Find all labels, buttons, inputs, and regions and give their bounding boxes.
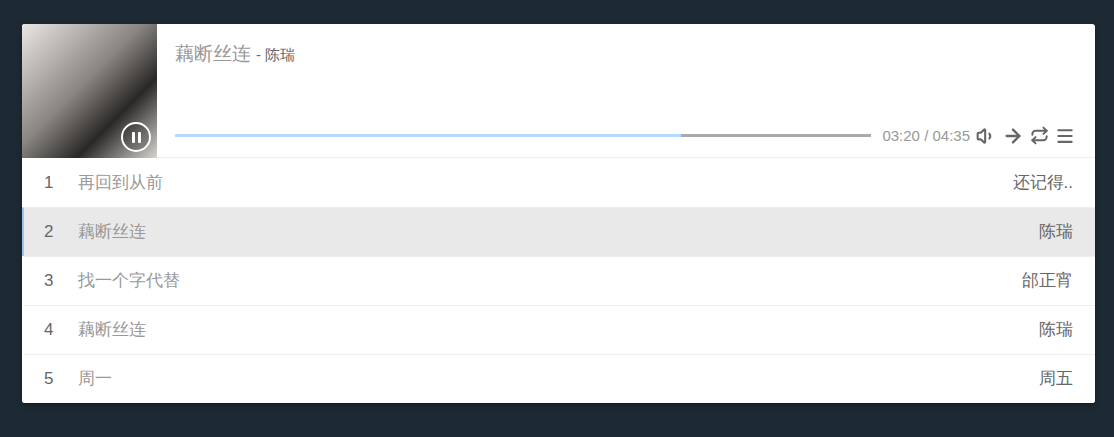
- menu-icon[interactable]: [1055, 126, 1075, 146]
- playlist-item[interactable]: 2藕断丝连陈瑞: [22, 207, 1095, 256]
- player-header: 藕断丝连- 陈瑞 03:20 / 04:35: [22, 24, 1095, 158]
- item-author: 陈瑞: [1039, 219, 1073, 245]
- page-background: 藕断丝连- 陈瑞03:20 / 04:351再回到从前还记得..2藕断丝连陈瑞3…: [0, 0, 1114, 437]
- loop-icon[interactable]: [1030, 126, 1049, 145]
- playlist-item[interactable]: 1再回到从前还记得..: [22, 158, 1095, 207]
- progress-played: [175, 134, 681, 137]
- playlist-item[interactable]: 3找一个字代替邰正宵: [22, 256, 1095, 305]
- song-author: - 陈瑞: [256, 44, 295, 67]
- item-author: 周五: [1039, 366, 1073, 392]
- item-index: 1: [24, 170, 78, 196]
- song-info: 藕断丝连- 陈瑞: [175, 40, 1075, 69]
- item-index: 4: [24, 317, 78, 343]
- player-info: 藕断丝连- 陈瑞 03:20 / 04:35: [157, 24, 1095, 157]
- item-title: 藕断丝连: [78, 317, 1039, 343]
- playlist: 1再回到从前还记得..2藕断丝连陈瑞3找一个字代替邰正宵4藕断丝连陈瑞5周一周五: [22, 158, 1095, 403]
- playlist-item[interactable]: 4藕断丝连陈瑞: [22, 305, 1095, 354]
- progress-bar[interactable]: [175, 134, 871, 137]
- item-index: 3: [24, 268, 78, 294]
- item-title: 藕断丝连: [78, 219, 1039, 245]
- item-title: 找一个字代替: [78, 268, 1022, 294]
- controls: 03:20 / 04:35: [175, 125, 1075, 148]
- song-title: 藕断丝连: [175, 40, 251, 69]
- item-index: 2: [24, 219, 78, 245]
- item-title: 周一: [78, 366, 1039, 392]
- item-author: 还记得..: [1013, 170, 1073, 196]
- volume-icon[interactable]: [976, 126, 996, 146]
- music-player: 藕断丝连- 陈瑞03:20 / 04:351再回到从前还记得..2藕断丝连陈瑞3…: [22, 24, 1095, 403]
- item-index: 5: [24, 366, 78, 392]
- time: 03:20 / 04:35: [882, 125, 970, 148]
- pause-icon: [132, 132, 135, 143]
- order-icon[interactable]: [1002, 125, 1024, 147]
- play-pause-button[interactable]: [121, 122, 151, 152]
- item-title: 再回到从前: [78, 170, 1013, 196]
- item-author: 陈瑞: [1039, 317, 1073, 343]
- item-author: 邰正宵: [1022, 268, 1073, 294]
- album-cover: [22, 24, 157, 158]
- playlist-item[interactable]: 5周一周五: [22, 354, 1095, 403]
